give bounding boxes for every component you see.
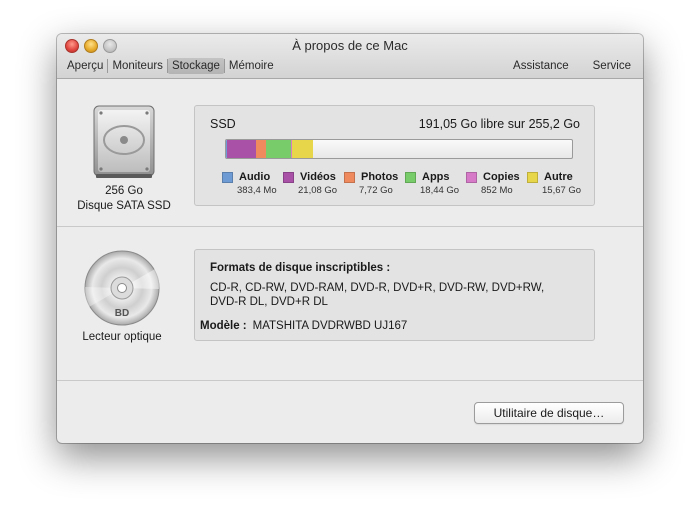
storage-legend: Audio 383,4 Mo Vidéos 21,08 Go Photos 7,72 Go… <box>222 170 588 196</box>
legend-item: Autre 15,67 Go <box>527 170 588 196</box>
usage-segment-apps <box>266 140 291 158</box>
legend-item: Apps 18,44 Go <box>405 170 466 196</box>
model-info: Modèle : MATSHITA DVDRWBD UJ167 <box>200 320 407 332</box>
title-bar: À propos de ce Mac Aperçu Moniteurs Stoc… <box>57 34 643 79</box>
ssd-panel: SSD 191,05 Go libre sur 255,2 Go Audio 38… <box>194 105 595 206</box>
formats-line: CD-R, CD-RW, DVD-RAM, DVD-R, DVD+R, DVD-… <box>210 282 545 294</box>
legend-label: Vidéos <box>300 171 336 183</box>
disk-utility-button[interactable]: Utilitaire de disque… <box>474 402 624 424</box>
legend-size: 852 Mo <box>481 185 513 196</box>
service-link[interactable]: Service <box>589 58 635 74</box>
legend-swatch <box>405 171 416 183</box>
legend-label: Copies <box>483 171 520 183</box>
legend-size: 7,72 Go <box>359 185 393 196</box>
storage-usage-bar <box>225 139 573 159</box>
support-links: Assistance Service <box>509 58 635 74</box>
about-this-mac-window: À propos de ce Mac Aperçu Moniteurs Stoc… <box>57 34 643 443</box>
model-label: Modèle : <box>200 320 247 332</box>
formats-line: DVD-R DL, DVD+R DL <box>210 296 328 308</box>
optical-panel: Formats de disque inscriptibles : CD-R, … <box>194 249 595 341</box>
tab-stockage[interactable]: Stockage <box>167 58 224 74</box>
legend-label: Audio <box>239 171 271 183</box>
assistance-link[interactable]: Assistance <box>509 58 573 74</box>
footer-divider <box>57 380 643 381</box>
legend-label: Autre <box>544 171 573 183</box>
legend-size: 383,4 Mo <box>237 185 277 196</box>
optical-caption: Lecteur optique <box>82 331 162 343</box>
ssd-name: SSD <box>210 117 236 131</box>
legend-swatch <box>222 171 233 183</box>
legend-item: Vidéos 21,08 Go <box>283 170 344 196</box>
legend-swatch <box>527 171 538 183</box>
legend-swatch <box>344 171 355 183</box>
usage-segment-photos <box>256 140 266 158</box>
legend-item: Photos 7,72 Go <box>344 170 405 196</box>
window-title: À propos de ce Mac <box>292 38 408 53</box>
hard-drive-icon <box>87 104 161 180</box>
legend-label: Photos <box>361 171 399 183</box>
usage-segment-vidéos <box>227 140 256 158</box>
legend-item: Audio 383,4 Mo <box>222 170 283 196</box>
legend-size: 18,44 Go <box>420 185 460 196</box>
legend-swatch <box>466 171 477 183</box>
model-value: MATSHITA DVDRWBD UJ167 <box>252 320 408 332</box>
formats-list: CD-R, CD-RW, DVD-RAM, DVD-R, DVD+R, DVD-… <box>210 281 550 309</box>
legend-size: 21,08 Go <box>298 185 338 196</box>
legend-size: 15,67 Go <box>542 185 582 196</box>
ssd-type: Disque SATA SSD <box>77 200 171 212</box>
legend-label: Apps <box>422 171 450 183</box>
tab-bar: Aperçu Moniteurs Stockage Mémoire <box>63 58 278 74</box>
tab-apercu[interactable]: Aperçu <box>63 58 107 74</box>
formats-title: Formats de disque inscriptibles : <box>210 262 391 274</box>
tab-moniteurs[interactable]: Moniteurs <box>108 58 167 74</box>
tab-memoire[interactable]: Mémoire <box>225 58 278 74</box>
ssd-capacity: 256 Go <box>105 185 143 197</box>
ssd-caption: 256 Go Disque SATA SSD <box>67 184 181 214</box>
section-divider <box>57 226 643 227</box>
ssd-free-space: 191,05 Go libre sur 255,2 Go <box>418 117 580 131</box>
disc-label: BD <box>115 308 129 319</box>
legend-swatch <box>283 171 294 183</box>
optical-disc-icon: BD <box>83 249 161 327</box>
legend-item: Copies 852 Mo <box>466 170 527 196</box>
usage-segment-autre <box>292 140 313 158</box>
